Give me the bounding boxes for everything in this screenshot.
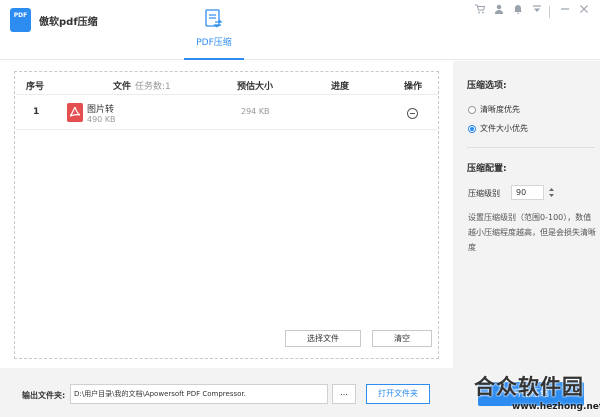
file-list-panel: 序号 文件 任务数:1 预估大小 进度 操作 1 图片转 490 KB 294 K… [14,71,439,359]
clear-button[interactable]: 清空 [372,330,432,347]
file-size: 490 KB [87,115,116,124]
file-name: 图片转 [87,105,115,115]
menu-dropdown-icon[interactable] [529,4,545,20]
minimize-icon[interactable] [557,4,573,20]
radio-label: 文件大小优先 [480,124,528,133]
divider [467,147,595,148]
pdf-compress-icon [205,9,223,28]
stepper-arrows-icon [549,188,554,197]
tab-label: PDF压缩 [196,38,232,48]
row-index: 1 [33,107,40,117]
task-count: 任务数:1 [135,82,171,92]
logo-text: PDF [13,12,28,19]
remove-file-icon[interactable] [407,108,418,119]
user-icon[interactable] [491,4,507,20]
output-bar: 输出文件夹: D:\用户目录\我的文档\Apowersoft PDF Compr… [0,368,600,417]
level-input[interactable]: 90 [511,185,544,200]
output-path-field[interactable]: D:\用户目录\我的文档\Apowersoft PDF Compressor. [70,384,328,404]
col-progress-header: 进度 [331,82,350,92]
table-header: 序号 文件 任务数:1 预估大小 进度 操作 [15,72,438,95]
radio-button[interactable] [468,105,476,114]
app-logo-icon: PDF [10,8,31,32]
cart-icon[interactable] [472,4,488,20]
open-folder-button[interactable]: 打开文件夹 [366,384,430,404]
browse-button[interactable]: ... [332,384,356,404]
top-bar: PDF 傲软pdf压缩 PDF压缩 [0,0,600,60]
select-file-button[interactable]: 选择文件 [285,330,361,347]
window-controls [469,4,592,20]
col-estimated-header: 预估大小 [237,82,274,92]
col-file-header: 文件 任务数:1 [113,79,171,92]
level-stepper[interactable] [547,186,556,199]
radio-label: 清晰度优先 [480,105,520,114]
compress-config-title: 压缩配置: [467,164,507,174]
compress-options-title: 压缩选项: [467,81,507,91]
estimated-size: 294 KB [241,107,270,116]
bell-icon[interactable] [510,4,526,20]
tab-underline [184,58,244,60]
radio-button-checked[interactable] [468,124,476,133]
tab-pdf-compress[interactable]: PDF压缩 [184,6,244,60]
close-icon[interactable] [576,4,592,20]
col-index-header: 序号 [26,82,45,92]
pdf-file-icon [67,103,83,122]
radio-size-first[interactable]: 文件大小优先 [468,123,528,134]
start-compress-button[interactable]: 开始压缩 [478,382,584,406]
level-description: 设置压缩级别（范围0-100），数值越小压缩程度越高，但是会损失清晰度 [468,213,596,252]
app-title: 傲软pdf压缩 [39,17,98,28]
table-row[interactable]: 1 图片转 490 KB 294 KB [15,96,438,130]
radio-clarity-first[interactable]: 清晰度优先 [468,104,520,115]
col-file-label: 文件 [113,82,132,92]
output-folder-label: 输出文件夹: [22,391,66,400]
level-label: 压缩级别 [468,189,500,198]
separator [549,6,550,18]
settings-panel: 压缩选项: 清晰度优先 文件大小优先 压缩配置: 压缩级别 90 设置压缩级别（… [453,61,600,368]
col-action-header: 操作 [404,82,423,92]
